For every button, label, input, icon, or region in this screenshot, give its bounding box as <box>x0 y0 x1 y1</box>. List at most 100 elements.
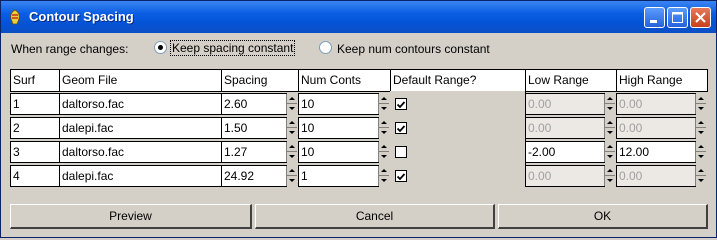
chevron-down-icon <box>381 131 387 134</box>
low-range-spinner[interactable] <box>604 142 615 162</box>
ok-button[interactable]: OK <box>498 204 708 229</box>
num-conts-spin-down[interactable] <box>379 104 389 114</box>
chevron-down-icon <box>289 155 295 158</box>
chevron-down-icon <box>607 131 613 134</box>
default-range-checkbox[interactable] <box>395 146 407 158</box>
header-high-range: High Range <box>616 69 708 92</box>
high-range-spin-up[interactable] <box>696 118 706 128</box>
high-range-spinner[interactable] <box>695 142 706 162</box>
high-range-spinner[interactable] <box>695 118 706 138</box>
num-conts-spin-down[interactable] <box>379 152 389 162</box>
surf-cell: 2 <box>10 117 60 139</box>
close-button[interactable] <box>690 7 711 28</box>
low-range-spin-down[interactable] <box>605 128 615 138</box>
high-range-spin-down[interactable] <box>696 104 706 114</box>
high-range-input[interactable]: 12.00 <box>616 141 696 163</box>
geom-file-cell: daltorso.fac <box>59 141 222 163</box>
surf-cell: 1 <box>10 93 60 115</box>
spacing-input[interactable]: 24.92 <box>221 165 287 187</box>
default-range-checkbox[interactable] <box>395 170 407 182</box>
spacing-input[interactable]: 2.60 <box>221 93 287 115</box>
high-range-spinner[interactable] <box>695 94 706 114</box>
high-range-spin-down[interactable] <box>696 128 706 138</box>
maximize-button[interactable] <box>667 7 688 28</box>
chevron-down-icon <box>698 131 704 134</box>
num-conts-spinner[interactable] <box>378 118 389 138</box>
maximize-icon <box>672 12 683 23</box>
range-change-label: When range changes: <box>11 42 129 56</box>
surf-cell: 3 <box>10 141 60 163</box>
spacing-spin-up[interactable] <box>287 142 297 152</box>
high-range-spinner[interactable] <box>695 166 706 186</box>
keep-spacing-radio[interactable] <box>154 41 167 54</box>
low-range-spin-down[interactable] <box>605 152 615 162</box>
low-range-input: 0.00 <box>525 117 605 139</box>
num-conts-input[interactable]: 10 <box>298 93 379 115</box>
high-range-spin-up[interactable] <box>696 94 706 104</box>
spacing-spinner[interactable] <box>286 118 297 138</box>
high-range-spin-up[interactable] <box>696 142 706 152</box>
spacing-input[interactable]: 1.27 <box>221 141 287 163</box>
chevron-up-icon <box>698 121 704 124</box>
low-range-spinner[interactable] <box>604 166 615 186</box>
low-range-spinner[interactable] <box>604 94 615 114</box>
chevron-down-icon <box>607 155 613 158</box>
spacing-input[interactable]: 1.50 <box>221 117 287 139</box>
low-range-spinner[interactable] <box>604 118 615 138</box>
check-icon <box>396 125 406 133</box>
low-range-spin-up[interactable] <box>605 166 615 176</box>
low-range-spin-down[interactable] <box>605 176 615 186</box>
keep-num-contours-radio[interactable] <box>319 41 332 54</box>
spacing-spin-down[interactable] <box>287 104 297 114</box>
header-surf: Surf <box>10 69 60 92</box>
num-conts-spin-up[interactable] <box>379 94 389 104</box>
num-conts-input[interactable]: 10 <box>298 141 379 163</box>
high-range-spin-up[interactable] <box>696 166 706 176</box>
num-conts-spin-up[interactable] <box>379 118 389 128</box>
chevron-up-icon <box>607 145 613 148</box>
preview-button[interactable]: Preview <box>10 204 252 229</box>
minimize-button[interactable] <box>644 7 665 28</box>
default-range-checkbox[interactable] <box>395 98 407 110</box>
low-range-spin-up[interactable] <box>605 94 615 104</box>
high-range-spin-down[interactable] <box>696 176 706 186</box>
high-range-input: 0.00 <box>616 93 696 115</box>
title-bar[interactable]: Contour Spacing <box>1 1 716 33</box>
spacing-spin-down[interactable] <box>287 176 297 186</box>
surf-cell: 4 <box>10 165 60 187</box>
default-range-checkbox[interactable] <box>395 122 407 134</box>
low-range-input[interactable]: -2.00 <box>525 141 605 163</box>
spacing-spin-up[interactable] <box>287 94 297 104</box>
low-range-spin-up[interactable] <box>605 142 615 152</box>
header-default-range: Default Range? <box>390 69 526 92</box>
num-conts-input[interactable]: 1 <box>298 165 379 187</box>
num-conts-spin-up[interactable] <box>379 166 389 176</box>
spacing-spin-up[interactable] <box>287 166 297 176</box>
spacing-spinner[interactable] <box>286 142 297 162</box>
low-range-spin-down[interactable] <box>605 104 615 114</box>
low-range-spin-up[interactable] <box>605 118 615 128</box>
high-range-spin-down[interactable] <box>696 152 706 162</box>
num-conts-spin-up[interactable] <box>379 142 389 152</box>
chevron-down-icon <box>698 107 704 110</box>
chevron-up-icon <box>289 169 295 172</box>
spacing-spin-up[interactable] <box>287 118 297 128</box>
num-conts-spinner[interactable] <box>378 166 389 186</box>
chevron-up-icon <box>698 145 704 148</box>
spacing-spinner[interactable] <box>286 166 297 186</box>
keep-num-contours-label[interactable]: Keep num contours constant <box>337 42 490 56</box>
spacing-spin-down[interactable] <box>287 128 297 138</box>
num-conts-spin-down[interactable] <box>379 176 389 186</box>
num-conts-input[interactable]: 10 <box>298 117 379 139</box>
spacing-spinner[interactable] <box>286 94 297 114</box>
cancel-button[interactable]: Cancel <box>255 204 495 229</box>
chevron-up-icon <box>381 97 387 100</box>
num-conts-spin-down[interactable] <box>379 128 389 138</box>
header-low-range: Low Range <box>525 69 617 92</box>
num-conts-spinner[interactable] <box>378 94 389 114</box>
num-conts-spinner[interactable] <box>378 142 389 162</box>
spacing-spin-down[interactable] <box>287 152 297 162</box>
keep-spacing-label[interactable]: Keep spacing constant <box>169 40 296 56</box>
chevron-up-icon <box>289 145 295 148</box>
chevron-down-icon <box>289 131 295 134</box>
